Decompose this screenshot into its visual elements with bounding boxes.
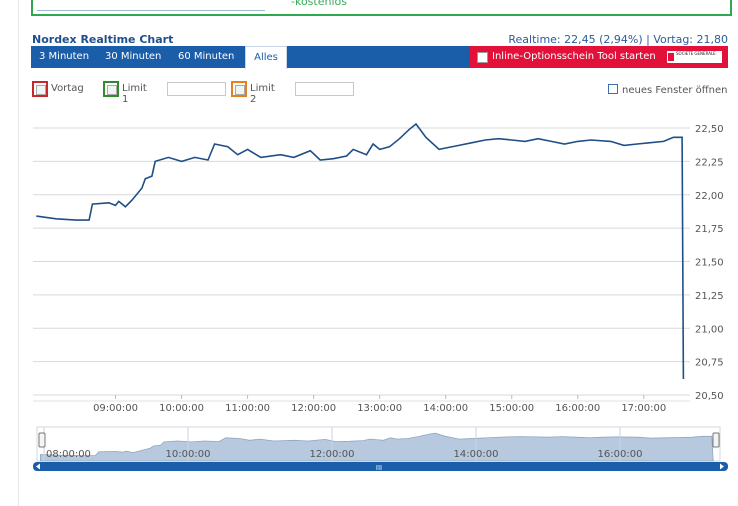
x-tick-label: 13:00:00 — [357, 403, 402, 414]
x-tick-label: 10:00:00 — [159, 403, 204, 414]
x-tick-label: 12:00:00 — [291, 403, 336, 414]
x-tick-label: 17:00:00 — [621, 403, 666, 414]
y-tick-label: 22,25 — [695, 157, 724, 168]
x-tick-label: 11:00:00 — [225, 403, 270, 414]
x-tick-label: 14:00:00 — [423, 403, 468, 414]
y-axis: 22,50 22,25 22,00 21,75 21,50 21,25 21,00 20,75… — [695, 124, 724, 402]
x-axis: 09:00:00 10:00:00 11:00:00 12:00:00 13:00:00… — [93, 395, 666, 414]
price-line-series — [36, 122, 685, 380]
navigator-label: 08:00:00 — [46, 449, 91, 460]
navigator-handle[interactable] — [712, 432, 720, 448]
navigator-label: 10:00:00 — [166, 449, 211, 460]
navigator-label: 14:00:00 — [454, 449, 499, 460]
y-tick-label: 21,25 — [695, 291, 724, 302]
x-tick-label: 09:00:00 — [93, 403, 138, 414]
time-navigator: 08:00:00 10:00:00 12:00:00 14:00:00 16:00:00… — [33, 426, 728, 472]
navigator-handle[interactable] — [38, 432, 46, 448]
x-tick-label: 16:00:00 — [555, 403, 600, 414]
y-tick-label: 21,00 — [695, 324, 724, 335]
y-tick-label: 20,75 — [695, 358, 724, 369]
chart-grid — [33, 127, 690, 402]
navigator-label: 16:00:00 — [598, 449, 643, 460]
y-tick-label: 20,50 — [695, 391, 724, 402]
y-tick-label: 22,50 — [695, 124, 724, 135]
y-tick-label: 22,00 — [695, 191, 724, 202]
price-chart: 22,50 22,25 22,00 21,75 21,50 21,25 21,00 20,75… — [33, 122, 728, 472]
scroll-grip: III — [376, 464, 382, 472]
y-tick-label: 21,75 — [695, 224, 724, 235]
x-tick-label: 15:00:00 — [489, 403, 534, 414]
y-tick-label: 21,50 — [695, 258, 724, 269]
navigator-label: 12:00:00 — [310, 449, 355, 460]
